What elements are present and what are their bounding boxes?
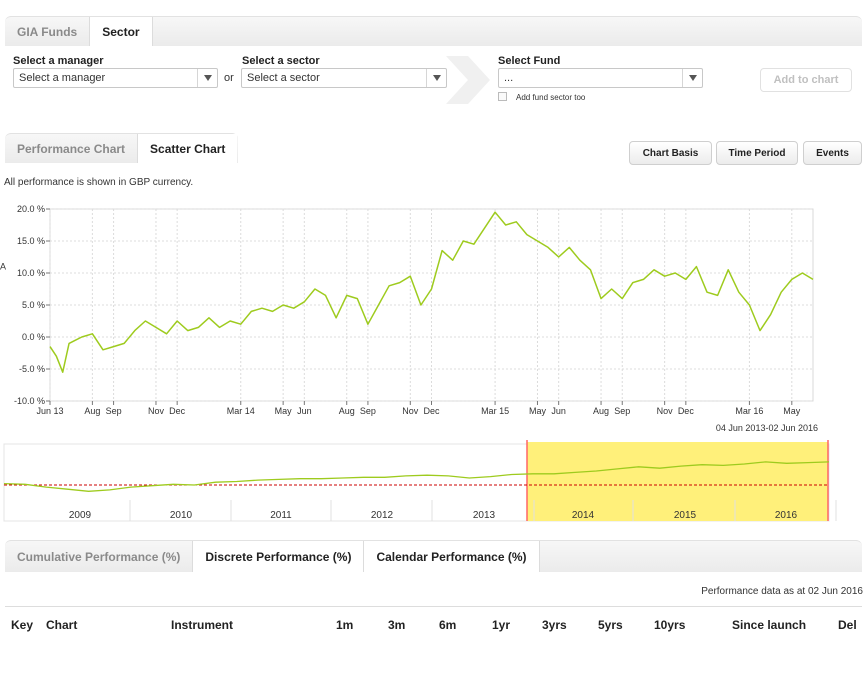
navigator-year-label: 2012 — [371, 510, 394, 521]
series-end-label: A — [0, 261, 6, 271]
navigator-year-label: 2011 — [270, 510, 292, 521]
x-tick-label: Nov — [657, 406, 674, 416]
x-tick-label: Dec — [678, 406, 695, 416]
tab-gia-funds[interactable]: GIA Funds — [5, 17, 91, 46]
col-3m: 3m — [388, 618, 406, 632]
x-tick-label: Jun — [297, 406, 312, 416]
performance-as-at: Performance data as at 02 Jun 2016 — [701, 586, 863, 597]
x-tick-label: Sep — [360, 406, 376, 416]
events-button[interactable]: Events — [803, 141, 862, 165]
col-1yr: 1yr — [492, 618, 511, 632]
navigator-year-label: 2009 — [69, 510, 92, 521]
x-tick-label: Dec — [423, 406, 440, 416]
x-tick-label: May — [529, 406, 547, 416]
x-tick-label: Aug — [84, 406, 100, 416]
fund-select[interactable]: ... — [498, 68, 703, 88]
fund-select-value: ... — [504, 72, 514, 84]
navigator-year-label: 2013 — [473, 510, 496, 521]
tab-calendar-performance[interactable]: Calendar Performance (%) — [364, 541, 540, 572]
manager-label: Select a manager — [13, 55, 104, 67]
y-tick-label: 5.0 % — [22, 300, 45, 310]
tab-discrete-performance[interactable]: Discrete Performance (%) — [193, 541, 365, 572]
x-tick-label: Jun 13 — [36, 406, 63, 416]
add-to-chart-button[interactable]: Add to chart — [760, 68, 852, 92]
x-tick-label: Jun — [551, 406, 566, 416]
x-tick-label: Mar 14 — [227, 406, 255, 416]
x-tick-label: May — [275, 406, 293, 416]
currency-note: All performance is shown in GBP currency… — [4, 177, 194, 188]
performance-chart: 20.0 % 15.0 % 10.0 % 5.0 % 0.0 % -5.0 % -10.0 … — [0, 204, 818, 433]
y-tick-label: -5.0 % — [19, 364, 45, 374]
navigator-year-label: 2010 — [170, 510, 193, 521]
col-5yrs: 5yrs — [598, 618, 623, 632]
navigator-year-label: 2015 — [674, 510, 697, 521]
or-text: or — [224, 72, 234, 84]
date-range-label: 04 Jun 2013-02 Jun 2016 — [716, 423, 818, 433]
x-tick-label: Sep — [614, 406, 630, 416]
y-tick-label: 15.0 % — [17, 236, 45, 246]
step-arrow-icon — [446, 56, 490, 104]
x-tick-label: Mar 15 — [481, 406, 509, 416]
sector-label: Select a sector — [242, 55, 320, 67]
col-delete: Del — [838, 618, 857, 632]
navigator-year-label: 2014 — [572, 510, 595, 521]
col-since-launch: Since launch — [732, 618, 807, 632]
x-tick-label: Dec — [169, 406, 186, 416]
x-tick-label: Mar 16 — [735, 406, 763, 416]
chevron-down-icon — [426, 69, 446, 87]
x-tick-label: Aug — [593, 406, 609, 416]
y-tick-label: 20.0 % — [17, 204, 45, 214]
x-tick-label: Aug — [339, 406, 355, 416]
tab-sector[interactable]: Sector — [90, 17, 153, 46]
chevron-down-icon — [197, 69, 217, 87]
table-divider — [5, 606, 862, 607]
navigator-year-label: 2016 — [775, 510, 798, 521]
chart-basis-button[interactable]: Chart Basis — [629, 141, 712, 165]
manager-select[interactable]: Select a manager — [13, 68, 218, 88]
perf-tab-bar: Cumulative Performance (%) Discrete Perf… — [5, 540, 862, 572]
x-tick-label: Nov — [402, 406, 419, 416]
sector-select-value: Select a sector — [247, 72, 320, 84]
chart-tab-bar: Performance Chart Scatter Chart — [5, 133, 238, 163]
sector-select[interactable]: Select a sector — [241, 68, 447, 88]
navigator-chart[interactable]: 2009 2010 2011 2012 2013 2014 2015 2016 — [0, 440, 867, 525]
y-tick-label: 0.0 % — [22, 332, 45, 342]
top-tab-bar: GIA Funds Sector — [5, 16, 862, 46]
tab-scatter-chart[interactable]: Scatter Chart — [138, 134, 238, 163]
col-instrument: Instrument — [171, 618, 234, 632]
tab-performance-chart[interactable]: Performance Chart — [5, 134, 139, 163]
tab-cumulative-performance[interactable]: Cumulative Performance (%) — [5, 541, 194, 572]
y-tick-label: -10.0 % — [14, 396, 45, 406]
manager-select-value: Select a manager — [19, 72, 106, 84]
col-key: Key — [11, 618, 34, 632]
time-period-button[interactable]: Time Period — [716, 141, 798, 165]
col-6m: 6m — [439, 618, 457, 632]
fund-label: Select Fund — [498, 55, 561, 67]
x-tick-label: Sep — [106, 406, 122, 416]
x-tick-label: May — [783, 406, 801, 416]
add-fund-sector-label: Add fund sector too — [516, 93, 586, 102]
col-3yrs: 3yrs — [542, 618, 567, 632]
add-fund-sector-checkbox[interactable] — [498, 92, 507, 101]
y-tick-label: 10.0 % — [17, 268, 45, 278]
chevron-down-icon — [682, 69, 702, 87]
col-1m: 1m — [336, 618, 354, 632]
x-tick-label: Nov — [148, 406, 165, 416]
col-10yrs: 10yrs — [654, 618, 686, 632]
col-chart: Chart — [46, 618, 78, 632]
